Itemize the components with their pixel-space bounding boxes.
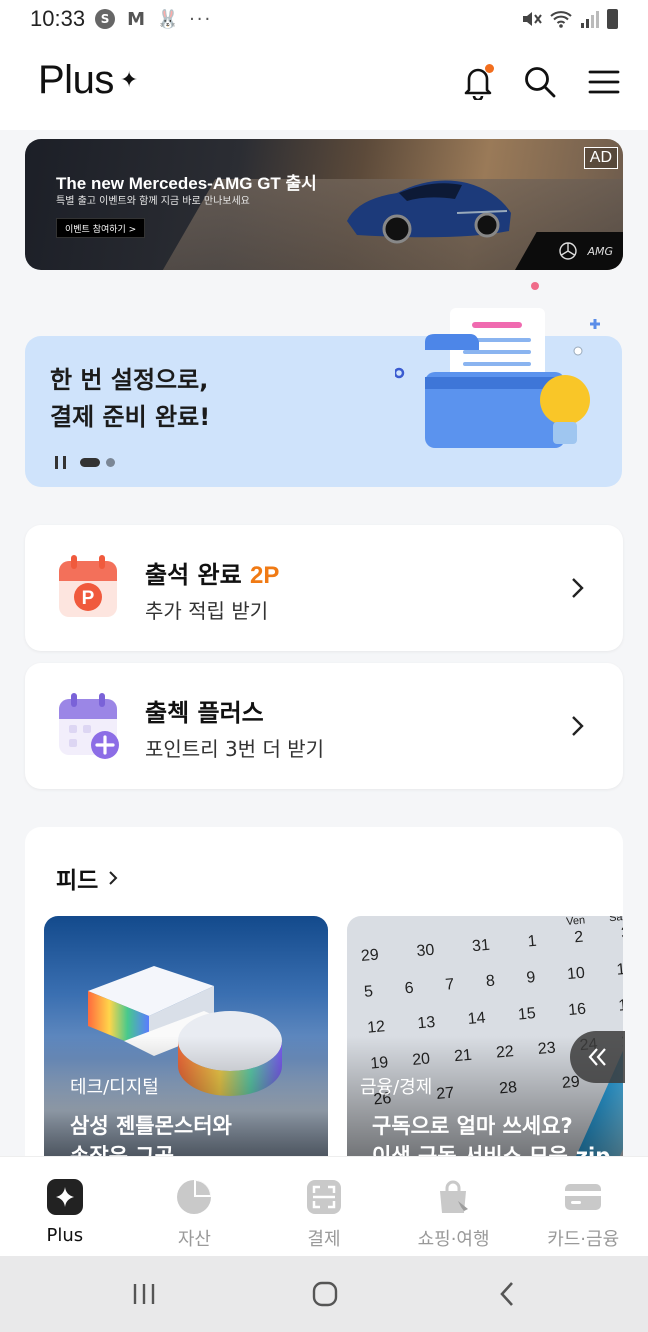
points-letter: P — [82, 588, 95, 609]
feed-scroll-back-button[interactable] — [570, 1031, 625, 1083]
bottom-navigation: Plus 자산 결제 쇼핑·여행 카드·금융 — [0, 1156, 648, 1256]
mute-icon — [523, 12, 542, 26]
search-icon — [525, 67, 556, 98]
back-icon — [500, 1282, 513, 1306]
nav-tab-pay[interactable]: 결제 — [259, 1157, 389, 1256]
ad-badge: AD — [583, 147, 618, 169]
wifi-icon — [550, 11, 572, 28]
mercedes-star-icon — [559, 242, 578, 260]
nav-tab-shopping-travel[interactable]: 쇼핑·여행 — [389, 1157, 519, 1256]
status-bar: 10:33 S M 🐰 ··· — [0, 0, 648, 38]
notification-bell-button[interactable] — [458, 62, 498, 102]
check-plus-title: 출첵 플러스 — [145, 699, 264, 727]
amg-logo: AMG — [587, 244, 613, 258]
calendar-plus-icon — [59, 693, 119, 759]
plus-sparkle-icon — [46, 1179, 83, 1215]
carousel-pause-button[interactable] — [55, 456, 66, 469]
more-notifications-icon: ··· — [189, 8, 213, 30]
ad-subtitle: 특별 출고 이벤트와 함께 지금 바로 만나보세요 — [56, 196, 250, 207]
nav-label: 카드·금융 — [547, 1229, 620, 1250]
home-icon — [312, 1281, 338, 1307]
pie-chart-icon — [177, 1180, 212, 1214]
nav-tab-card-finance[interactable]: 카드·금융 — [518, 1157, 648, 1256]
back-button[interactable] — [487, 1278, 527, 1310]
attendance-card[interactable]: P 출석 완료 2P 추가 적립 받기 — [25, 525, 623, 651]
app-header: Plus ✦ — [0, 38, 648, 130]
feed-card-category: 테크/디지털 — [70, 1077, 159, 1098]
ad-title: The new Mercedes-AMG GT 출시 — [56, 174, 317, 193]
menu-button[interactable] — [584, 62, 624, 102]
recent-apps-button[interactable] — [124, 1278, 164, 1310]
nav-tab-assets[interactable]: 자산 — [130, 1157, 260, 1256]
carousel-dot-active — [80, 458, 100, 467]
plus-logo[interactable]: Plus ✦ — [38, 58, 138, 103]
nav-label: 쇼핑·여행 — [417, 1229, 490, 1250]
feed-title: 피드 — [56, 868, 99, 894]
folder-bulb-illustration — [395, 282, 600, 448]
chevron-right-icon — [572, 578, 584, 598]
sparkle-icon: ✦ — [119, 67, 138, 92]
check-plus-subtitle: 포인트리 3번 더 받기 — [145, 737, 324, 761]
feed-card-tech[interactable]: 테크/디지털 삼성 젠틀몬스터와 손잡은 그곳 — [44, 916, 328, 1167]
feed-header[interactable]: 피드 — [56, 861, 118, 895]
nav-label: 결제 — [307, 1229, 341, 1250]
notification-icon-gmail: M — [127, 8, 146, 30]
notification-icon-rabbit: 🐰 — [156, 8, 180, 30]
battery-icon — [607, 9, 618, 29]
status-time: 10:33 — [30, 6, 86, 31]
double-chevron-left-icon — [588, 1048, 606, 1066]
nav-tab-plus[interactable]: Plus — [0, 1157, 130, 1256]
feed-section: 피드 테크/디지털 삼성 젠틀몬스터와 손잡은 그곳 VenSab 293031… — [25, 827, 623, 1167]
signal-icon — [581, 11, 599, 28]
attendance-title: 출석 완료 2P — [145, 561, 280, 589]
home-button[interactable] — [305, 1278, 345, 1310]
attendance-calendar-icon: P — [59, 555, 117, 617]
card-icon — [565, 1184, 602, 1210]
notification-icon-s: S — [95, 9, 116, 29]
check-plus-card[interactable]: 출첵 플러스 포인트리 3번 더 받기 — [25, 663, 623, 789]
attendance-points: 2P — [250, 562, 280, 589]
scan-pay-icon — [306, 1180, 341, 1214]
system-navigation-bar — [0, 1256, 648, 1332]
chevron-right-icon — [109, 871, 118, 885]
search-button[interactable] — [520, 62, 560, 102]
nav-label: Plus — [46, 1225, 84, 1246]
nav-label: 자산 — [177, 1229, 211, 1250]
shopping-bag-icon — [439, 1180, 468, 1213]
hamburger-menu-icon — [588, 70, 620, 94]
ad-cta-button[interactable]: 이벤트 참여하기 > — [56, 218, 146, 238]
carousel-indicator — [80, 458, 115, 467]
new-notification-badge — [485, 64, 494, 73]
recent-apps-icon — [133, 1284, 155, 1304]
chevron-right-icon — [572, 716, 584, 736]
feed-card-category: 금융/경제 — [360, 1077, 433, 1098]
promo-text: 한 번 설정으로, 결제 준비 완료! — [50, 366, 211, 431]
carousel-dot — [106, 458, 115, 467]
attendance-subtitle: 추가 적립 받기 — [145, 599, 269, 623]
ad-banner[interactable]: The new Mercedes-AMG GT 출시 특별 출고 이벤트와 함께… — [25, 139, 623, 270]
car-image — [347, 180, 511, 244]
